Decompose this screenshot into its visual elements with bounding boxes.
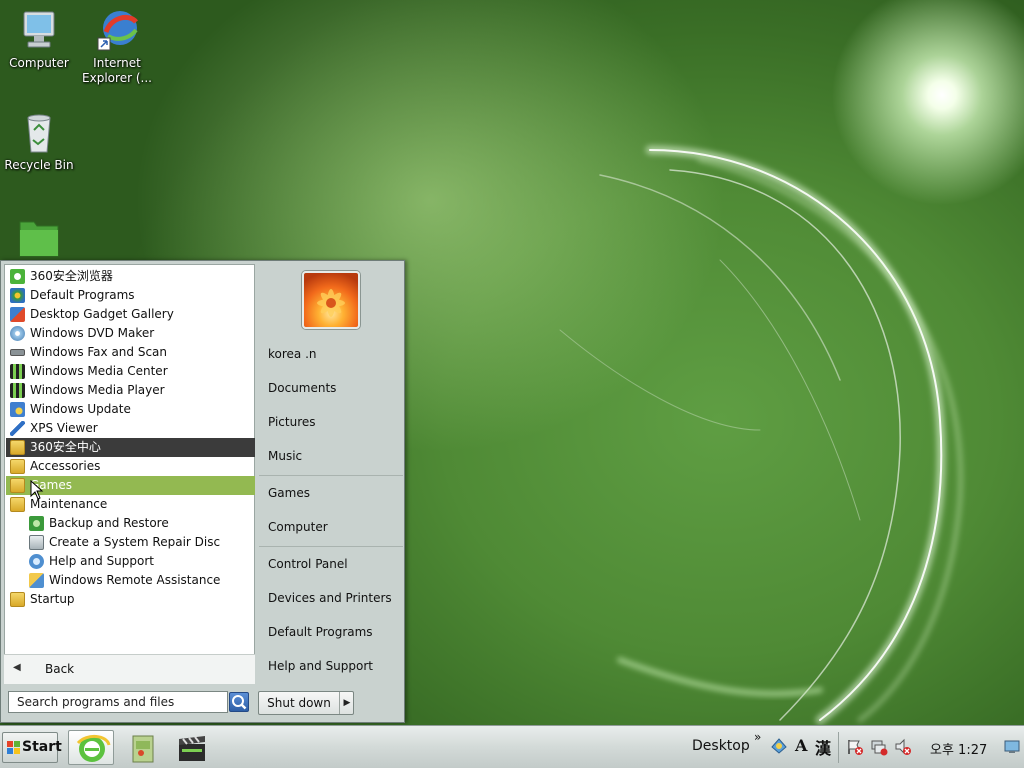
tray-separator	[838, 732, 839, 763]
film-clapper-icon	[179, 736, 205, 761]
search-placeholder: Search programs and files	[17, 695, 175, 709]
shutdown-button[interactable]: Shut down	[259, 692, 339, 714]
program-item-360-browser[interactable]: 360安全浏览器	[6, 267, 255, 286]
gadget-gallery-icon	[10, 307, 25, 322]
folder-icon	[10, 478, 25, 493]
program-item-backup-and-restore[interactable]: Backup and Restore	[6, 514, 255, 533]
program-folder-startup[interactable]: Startup	[6, 590, 255, 609]
repair-disc-icon	[29, 535, 44, 550]
start-button[interactable]: Start	[2, 732, 62, 763]
program-item-create-system-repair-disc[interactable]: Create a System Repair Disc	[6, 533, 255, 552]
folder-icon	[10, 592, 25, 607]
ime-input-mode[interactable]: A	[795, 736, 807, 755]
program-item-windows-media-player[interactable]: Windows Media Player	[6, 381, 255, 400]
right-item-default-programs[interactable]: Default Programs	[259, 617, 403, 647]
desktop-icon-label: Computer	[9, 56, 69, 70]
system-clock[interactable]: 오후 1:27	[930, 739, 987, 758]
flower-icon	[317, 289, 345, 317]
taskbar-app-media-player[interactable]	[168, 730, 214, 765]
xps-viewer-icon	[10, 421, 25, 436]
internet-explorer-icon	[94, 8, 140, 54]
program-folder-maintenance[interactable]: Maintenance	[6, 495, 255, 514]
desktop-icon-folder[interactable]	[0, 212, 78, 260]
search-icon	[232, 695, 247, 710]
desktop-icon-computer[interactable]: Computer	[0, 8, 78, 71]
volume-muted-icon[interactable]	[894, 738, 912, 756]
back-label: Back	[45, 662, 75, 676]
taskbar-app-360-browser[interactable]	[68, 730, 114, 765]
program-item-desktop-gadget-gallery[interactable]: Desktop Gadget Gallery	[6, 305, 255, 324]
default-programs-icon	[10, 288, 25, 303]
browser-360-icon	[10, 269, 25, 284]
toolbar-expand-chevron-icon[interactable]: »	[754, 730, 761, 744]
desktop-icon-recycle-bin[interactable]: Recycle Bin	[0, 110, 78, 173]
backup-restore-icon	[29, 516, 44, 531]
green-folder-icon	[16, 212, 62, 258]
start-menu: 360安全浏览器 Default Programs Desktop Gadget…	[0, 260, 405, 723]
search-button[interactable]	[229, 692, 249, 712]
dvd-maker-icon	[10, 326, 25, 341]
program-item-windows-fax-and-scan[interactable]: Windows Fax and Scan	[6, 343, 255, 362]
program-item-windows-update[interactable]: Windows Update	[6, 400, 255, 419]
program-item-xps-viewer[interactable]: XPS Viewer	[6, 419, 255, 438]
right-pane-separator	[259, 475, 403, 476]
program-item-windows-remote-assistance[interactable]: Windows Remote Assistance	[6, 571, 255, 590]
start-label: Start	[22, 739, 62, 755]
shutdown-button-group: Shut down ▶	[258, 691, 354, 715]
windows-flag-icon	[7, 741, 20, 754]
right-item-user-folder[interactable]: korea .n	[259, 339, 403, 369]
program-item-windows-dvd-maker[interactable]: Windows DVD Maker	[6, 324, 255, 343]
program-item-help-and-support[interactable]: Help and Support	[6, 552, 255, 571]
folder-icon	[10, 459, 25, 474]
program-folder-accessories[interactable]: Accessories	[6, 457, 255, 476]
show-desktop-icon[interactable]	[1004, 740, 1020, 754]
right-item-games[interactable]: Games	[259, 478, 403, 508]
folder-icon	[10, 497, 25, 512]
action-center-flag-icon[interactable]	[846, 738, 864, 756]
help-support-icon	[29, 554, 44, 569]
taskbar: Start Desktop » A 漢 오후 1:27	[0, 725, 1024, 768]
media-player-icon	[10, 383, 25, 398]
back-arrow-icon: ◀	[13, 662, 21, 673]
search-input[interactable]: Search programs and files	[8, 691, 228, 713]
network-icon[interactable]	[870, 738, 888, 756]
taskbar-app-document[interactable]	[120, 730, 166, 765]
windows-update-icon	[10, 402, 25, 417]
document-icon	[132, 735, 154, 763]
folder-icon	[10, 440, 25, 455]
computer-icon	[16, 8, 62, 54]
right-item-pictures[interactable]: Pictures	[259, 407, 403, 437]
all-programs-list: 360安全浏览器 Default Programs Desktop Gadget…	[4, 264, 255, 684]
program-item-default-programs[interactable]: Default Programs	[6, 286, 255, 305]
desktop-icon-internet-explorer[interactable]: Internet Explorer (...	[78, 8, 156, 86]
right-pane-separator	[259, 546, 403, 547]
ime-hanja-mode[interactable]: 漢	[815, 735, 831, 759]
media-center-icon	[10, 364, 25, 379]
right-item-documents[interactable]: Documents	[259, 373, 403, 403]
desktop-icon-label: Recycle Bin	[4, 158, 74, 172]
program-item-windows-media-center[interactable]: Windows Media Center	[6, 362, 255, 381]
user-account-picture[interactable]	[302, 271, 360, 329]
remote-assistance-icon	[29, 573, 44, 588]
language-bar-icon[interactable]	[770, 737, 788, 755]
right-item-devices-and-printers[interactable]: Devices and Printers	[259, 583, 403, 613]
right-item-music[interactable]: Music	[259, 441, 403, 471]
browser-360-icon	[76, 735, 111, 762]
desktop-toolbar-label[interactable]: Desktop	[692, 738, 750, 754]
desktop-icon-label: Internet Explorer (...	[82, 56, 152, 85]
right-item-help-and-support[interactable]: Help and Support	[259, 651, 403, 681]
back-button[interactable]: ◀ Back	[4, 654, 255, 684]
program-folder-360-security-center[interactable]: 360安全中心	[6, 438, 255, 457]
shutdown-options-arrow-icon[interactable]: ▶	[339, 692, 354, 714]
recycle-bin-icon	[16, 110, 62, 156]
fax-scan-icon	[10, 349, 25, 356]
program-folder-games[interactable]: Games	[6, 476, 255, 500]
right-item-control-panel[interactable]: Control Panel	[259, 549, 403, 579]
right-item-computer[interactable]: Computer	[259, 512, 403, 542]
